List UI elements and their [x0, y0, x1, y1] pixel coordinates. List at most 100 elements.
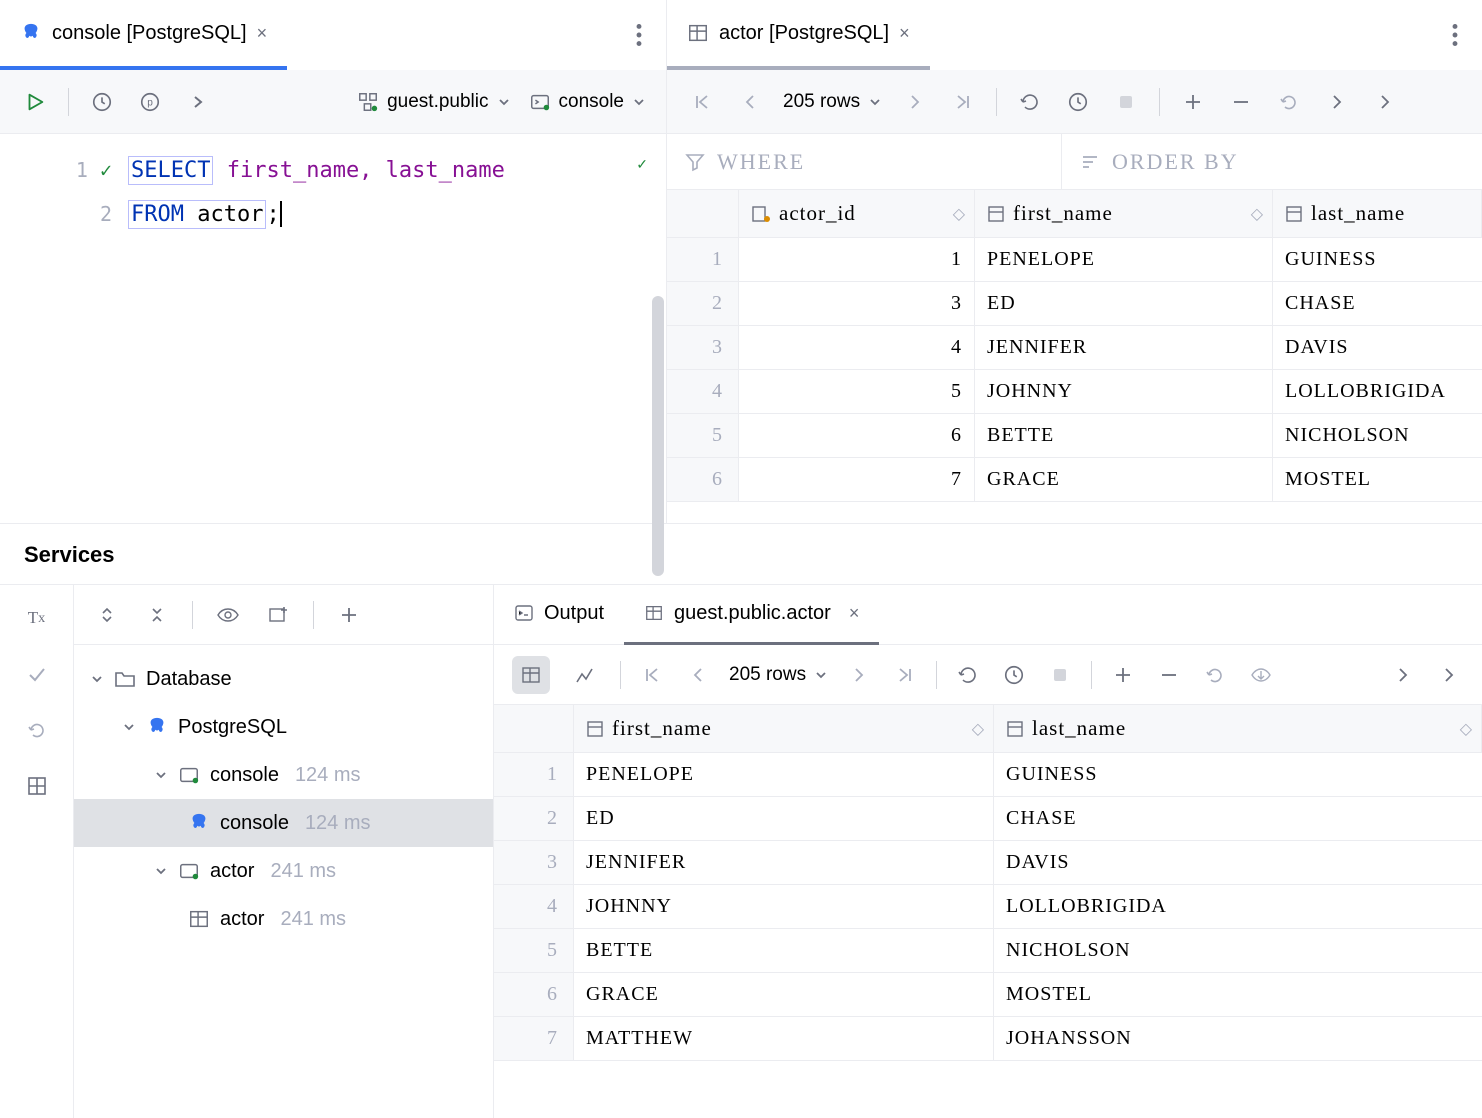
show-icon[interactable]: [213, 600, 243, 630]
cell-actor-id[interactable]: 5: [739, 370, 975, 413]
cell-actor-id[interactable]: 4: [739, 326, 975, 369]
cell-last-name[interactable]: MOSTEL: [994, 973, 1482, 1016]
schema-dropdown[interactable]: guest.public: [357, 91, 510, 113]
cell-last-name[interactable]: DAVIS: [994, 841, 1482, 884]
table-row[interactable]: 45JOHNNYLOLLOBRIGIDA: [667, 370, 1482, 414]
cell-first-name[interactable]: MATTHEW: [574, 1017, 994, 1060]
table-row[interactable]: 7MATTHEWJOHANSSON: [494, 1017, 1482, 1061]
cell-first-name[interactable]: GRACE: [975, 458, 1273, 501]
last-page-icon[interactable]: [948, 87, 978, 117]
table-view-button[interactable]: [512, 656, 550, 694]
table-row[interactable]: 34JENNIFERDAVIS: [667, 326, 1482, 370]
prev-page-icon[interactable]: [683, 660, 713, 690]
chevron-right-icon[interactable]: [1434, 660, 1464, 690]
auto-refresh-icon[interactable]: [999, 660, 1029, 690]
first-page-icon[interactable]: [687, 87, 717, 117]
tab-actor[interactable]: actor [PostgreSQL] ×: [667, 0, 930, 70]
revert-icon[interactable]: [1274, 87, 1304, 117]
tx-icon[interactable]: Tx: [22, 603, 52, 633]
tab-overflow-menu[interactable]: [612, 24, 666, 46]
table-row[interactable]: 11PENELOPEGUINESS: [667, 238, 1482, 282]
column-header-actor-id[interactable]: actor_id◇: [739, 190, 975, 237]
remove-row-icon[interactable]: [1154, 660, 1184, 690]
chevron-right-icon[interactable]: [1370, 87, 1400, 117]
reload-icon[interactable]: [953, 660, 983, 690]
rollback-icon[interactable]: [22, 715, 52, 745]
new-session-icon[interactable]: [263, 600, 293, 630]
table-row[interactable]: 67GRACEMOSTEL: [667, 458, 1482, 502]
prev-page-icon[interactable]: [735, 87, 765, 117]
commit-icon[interactable]: [22, 659, 52, 689]
cell-first-name[interactable]: JOHNNY: [975, 370, 1273, 413]
chevron-right-icon[interactable]: [1322, 87, 1352, 117]
cell-actor-id[interactable]: 6: [739, 414, 975, 457]
tree-node-console-result[interactable]: console 124 ms: [74, 799, 493, 847]
cell-actor-id[interactable]: 3: [739, 282, 975, 325]
table-row[interactable]: 6GRACEMOSTEL: [494, 973, 1482, 1017]
tab-output[interactable]: Output: [494, 585, 624, 645]
remove-row-icon[interactable]: [1226, 87, 1256, 117]
cell-last-name[interactable]: NICHOLSON: [1273, 414, 1482, 457]
add-row-icon[interactable]: [1108, 660, 1138, 690]
add-icon[interactable]: [334, 600, 364, 630]
collapse-all-icon[interactable]: [142, 600, 172, 630]
cell-first-name[interactable]: JOHNNY: [574, 885, 994, 928]
table-row[interactable]: 23EDCHASE: [667, 282, 1482, 326]
cell-first-name[interactable]: BETTE: [574, 929, 994, 972]
cell-last-name[interactable]: CHASE: [1273, 282, 1482, 325]
cell-last-name[interactable]: LOLLOBRIGIDA: [1273, 370, 1482, 413]
cell-last-name[interactable]: DAVIS: [1273, 326, 1482, 369]
cell-last-name[interactable]: NICHOLSON: [994, 929, 1482, 972]
cell-first-name[interactable]: JENNIFER: [574, 841, 994, 884]
auto-refresh-icon[interactable]: [1063, 87, 1093, 117]
column-header-last-name[interactable]: last_name◇: [994, 705, 1482, 752]
tab-overflow-menu[interactable]: [1428, 24, 1482, 46]
tree-node-database[interactable]: Database: [74, 655, 493, 703]
history-icon[interactable]: [87, 87, 117, 117]
last-page-icon[interactable]: [890, 660, 920, 690]
add-row-icon[interactable]: [1178, 87, 1208, 117]
run-button[interactable]: [20, 87, 50, 117]
tree-node-actor-result[interactable]: actor 241 ms: [74, 895, 493, 943]
chevron-right-icon[interactable]: [1388, 660, 1418, 690]
cell-first-name[interactable]: PENELOPE: [574, 753, 994, 796]
column-header-first-name[interactable]: first_name◇: [574, 705, 994, 752]
table-row[interactable]: 1PENELOPEGUINESS: [494, 753, 1482, 797]
chart-view-button[interactable]: [566, 656, 604, 694]
stop-icon[interactable]: [1111, 87, 1141, 117]
close-icon[interactable]: ×: [899, 23, 910, 44]
where-filter[interactable]: WHERE: [667, 134, 1062, 189]
close-icon[interactable]: ×: [257, 23, 268, 44]
next-page-icon[interactable]: [900, 87, 930, 117]
cell-first-name[interactable]: JENNIFER: [975, 326, 1273, 369]
first-page-icon[interactable]: [637, 660, 667, 690]
cell-last-name[interactable]: MOSTEL: [1273, 458, 1482, 501]
playground-icon[interactable]: p: [135, 87, 165, 117]
export-icon[interactable]: [1246, 660, 1276, 690]
close-icon[interactable]: ×: [849, 603, 860, 624]
layout-icon[interactable]: [22, 771, 52, 801]
tree-node-actor[interactable]: actor 241 ms: [74, 847, 493, 895]
cell-first-name[interactable]: ED: [574, 797, 994, 840]
tree-node-console[interactable]: console 124 ms: [74, 751, 493, 799]
table-row[interactable]: 56BETTENICHOLSON: [667, 414, 1482, 458]
cell-first-name[interactable]: BETTE: [975, 414, 1273, 457]
cell-first-name[interactable]: PENELOPE: [975, 238, 1273, 281]
cell-last-name[interactable]: CHASE: [994, 797, 1482, 840]
scrollbar-thumb[interactable]: [652, 296, 664, 576]
tab-result-table[interactable]: guest.public.actor ×: [624, 585, 879, 645]
inspection-check-icon[interactable]: ✓: [636, 156, 648, 173]
table-row[interactable]: 3JENNIFERDAVIS: [494, 841, 1482, 885]
cell-last-name[interactable]: GUINESS: [1273, 238, 1482, 281]
table-row[interactable]: 2EDCHASE: [494, 797, 1482, 841]
chevron-right-icon[interactable]: [183, 87, 213, 117]
session-dropdown[interactable]: console: [529, 91, 647, 113]
rowcount-dropdown[interactable]: 205 rows: [783, 91, 882, 113]
table-row[interactable]: 4JOHNNYLOLLOBRIGIDA: [494, 885, 1482, 929]
cell-last-name[interactable]: JOHANSSON: [994, 1017, 1482, 1060]
reload-icon[interactable]: [1015, 87, 1045, 117]
next-page-icon[interactable]: [844, 660, 874, 690]
cell-last-name[interactable]: GUINESS: [994, 753, 1482, 796]
tree-node-postgresql[interactable]: PostgreSQL: [74, 703, 493, 751]
column-header-first-name[interactable]: first_name◇: [975, 190, 1273, 237]
